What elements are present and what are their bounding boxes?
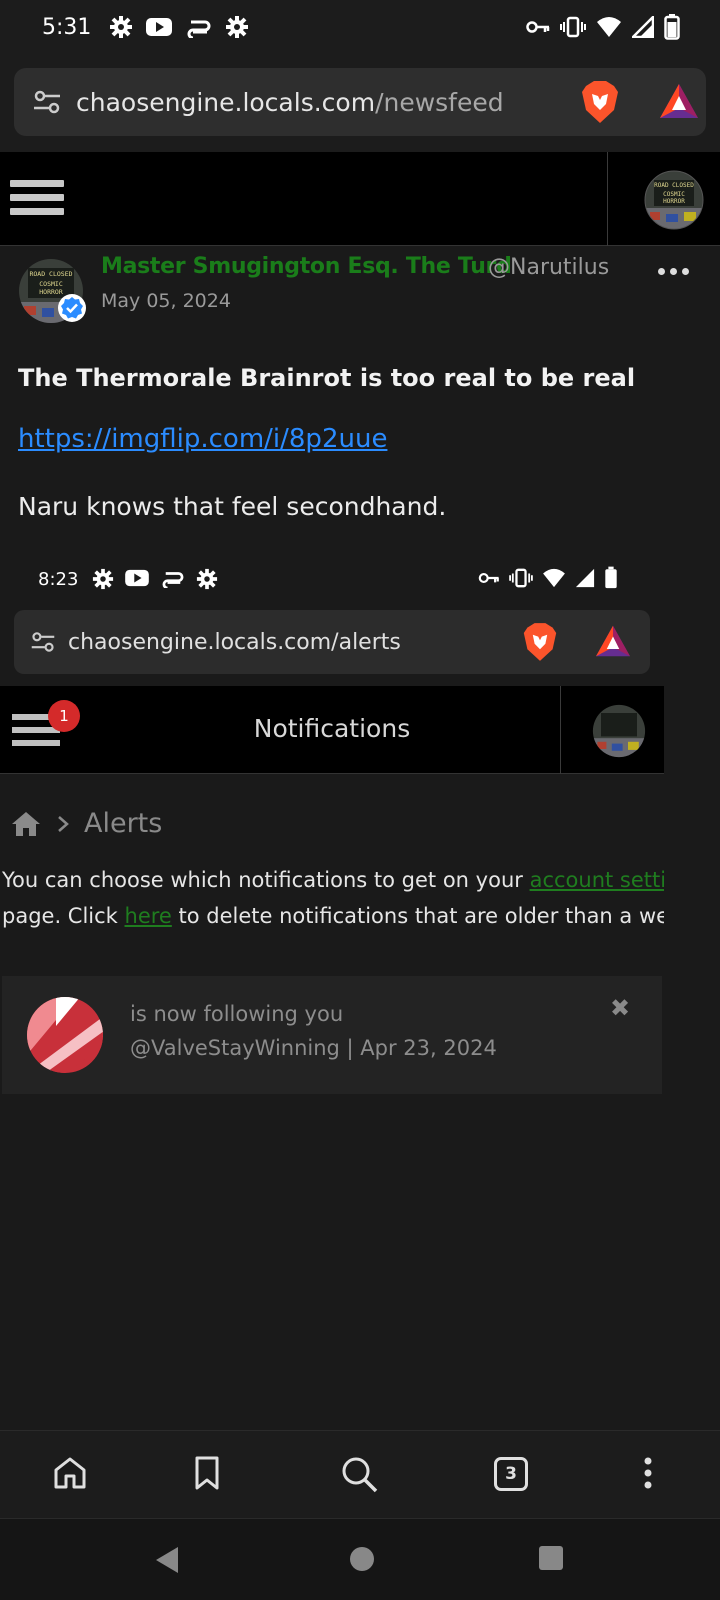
header-divider bbox=[560, 686, 561, 774]
home-nav-icon[interactable] bbox=[348, 1545, 376, 1577]
info-text: You can choose which notifications to ge… bbox=[2, 868, 530, 892]
url-path: /newsfeed bbox=[375, 87, 504, 117]
embedded-status-bar: 8:23 bbox=[38, 568, 218, 590]
info-text: to delete notifications that are older t… bbox=[171, 904, 664, 928]
avatar-text-3: HORROR bbox=[663, 198, 685, 205]
embedded-url: chaosengine.locals.com/alerts bbox=[68, 629, 401, 655]
delete-here-link: here bbox=[124, 904, 172, 928]
settings-icon bbox=[225, 15, 249, 39]
vibrate-icon bbox=[560, 16, 586, 38]
post-link[interactable]: https://imgflip.com/i/8p2uue bbox=[18, 424, 387, 454]
profile-avatar[interactable]: ROAD CLOSED COSMIC HORROR bbox=[644, 170, 704, 230]
breadcrumb-current: Alerts bbox=[84, 808, 163, 839]
author-handle[interactable]: @Narutilus bbox=[488, 255, 609, 280]
avatar-text-3: HORROR bbox=[39, 288, 63, 296]
embedded-site-header: 1 Notifications bbox=[0, 686, 664, 774]
brave-rewards-icon bbox=[594, 624, 632, 662]
settings-icon bbox=[93, 568, 114, 590]
tab-switcher-button[interactable]: 3 bbox=[494, 1457, 528, 1491]
notifications-info: You can choose which notifications to ge… bbox=[2, 862, 664, 934]
brave-shields-icon[interactable] bbox=[580, 80, 620, 128]
more-options-icon[interactable] bbox=[658, 268, 689, 275]
search-icon[interactable] bbox=[340, 1455, 378, 1497]
status-time: 5:31 bbox=[42, 14, 92, 40]
battery-icon bbox=[605, 566, 617, 589]
embedded-address-bar: chaosengine.locals.com/alerts bbox=[14, 610, 650, 674]
youtube-icon bbox=[125, 569, 150, 587]
url-text[interactable]: chaosengine.locals.com/newsfeed bbox=[76, 88, 504, 117]
home-icon[interactable] bbox=[52, 1455, 88, 1495]
profile-avatar bbox=[592, 704, 646, 758]
post-date: May 05, 2024 bbox=[101, 290, 231, 312]
tab-count: 3 bbox=[494, 1457, 528, 1491]
notification-meta: @ValveStayWinning | Apr 23, 2024 bbox=[130, 1036, 497, 1060]
browser-toolbar: 3 bbox=[0, 1430, 720, 1518]
site-settings-icon[interactable] bbox=[32, 87, 62, 117]
avatar-text-2: COSMIC bbox=[39, 280, 63, 288]
address-bar[interactable]: chaosengine.locals.com/newsfeed bbox=[14, 68, 706, 136]
chevron-right-icon bbox=[58, 815, 69, 832]
vibrate-icon bbox=[509, 568, 533, 588]
verified-badge-icon bbox=[58, 294, 86, 322]
post-image[interactable]: 8:23 chaosengine.locals.com/alerts 1 Not… bbox=[0, 546, 664, 1430]
site-header bbox=[0, 152, 720, 246]
system-nav-bar bbox=[0, 1518, 720, 1600]
embedded-time: 8:23 bbox=[38, 568, 79, 590]
breadcrumb: Alerts bbox=[10, 808, 162, 839]
battery-icon bbox=[664, 14, 680, 40]
back-icon[interactable] bbox=[154, 1545, 180, 1579]
youtube-icon bbox=[145, 16, 173, 38]
infinity-icon bbox=[185, 16, 213, 38]
key-icon bbox=[478, 572, 499, 584]
notification-item: is now following you @ValveStayWinning |… bbox=[2, 976, 662, 1094]
close-icon: ✖ bbox=[610, 994, 631, 1022]
site-settings-icon bbox=[31, 632, 55, 652]
more-menu-icon[interactable] bbox=[642, 1455, 654, 1495]
brave-shields-icon bbox=[522, 622, 558, 666]
info-text: page. Click bbox=[2, 904, 125, 928]
infinity-icon bbox=[162, 572, 184, 588]
signal-icon bbox=[632, 16, 654, 38]
wifi-icon bbox=[596, 16, 622, 38]
header-divider bbox=[607, 152, 608, 246]
menu-button[interactable] bbox=[10, 180, 64, 220]
notification-text: is now following you bbox=[130, 1002, 344, 1026]
embedded-header-title: Notifications bbox=[253, 714, 411, 743]
recents-icon[interactable] bbox=[538, 1545, 564, 1575]
home-icon bbox=[12, 811, 40, 836]
post-body: Naru knows that feel secondhand. bbox=[18, 492, 447, 521]
author-name[interactable]: Master Smugington Esq. The Turd bbox=[101, 254, 512, 279]
avatar-text-2: COSMIC bbox=[663, 191, 685, 198]
settings-icon bbox=[109, 15, 133, 39]
bookmark-icon[interactable] bbox=[192, 1455, 222, 1495]
embedded-status-icons bbox=[478, 566, 618, 590]
follower-avatar bbox=[27, 997, 103, 1073]
avatar-text-1: ROAD CLOSED bbox=[29, 270, 72, 278]
url-domain: chaosengine.locals.com bbox=[76, 87, 376, 117]
brave-rewards-icon[interactable] bbox=[658, 82, 700, 124]
signal-icon bbox=[575, 568, 595, 588]
account-settings-link: account settings bbox=[529, 868, 664, 892]
settings-icon bbox=[197, 568, 218, 590]
avatar-text-1: ROAD CLOSED bbox=[654, 182, 694, 189]
status-bar: 5:31 bbox=[0, 0, 720, 54]
post-title: The Thermorale Brainrot is too real to b… bbox=[18, 364, 636, 392]
key-icon bbox=[526, 19, 550, 35]
wifi-icon bbox=[543, 568, 565, 588]
